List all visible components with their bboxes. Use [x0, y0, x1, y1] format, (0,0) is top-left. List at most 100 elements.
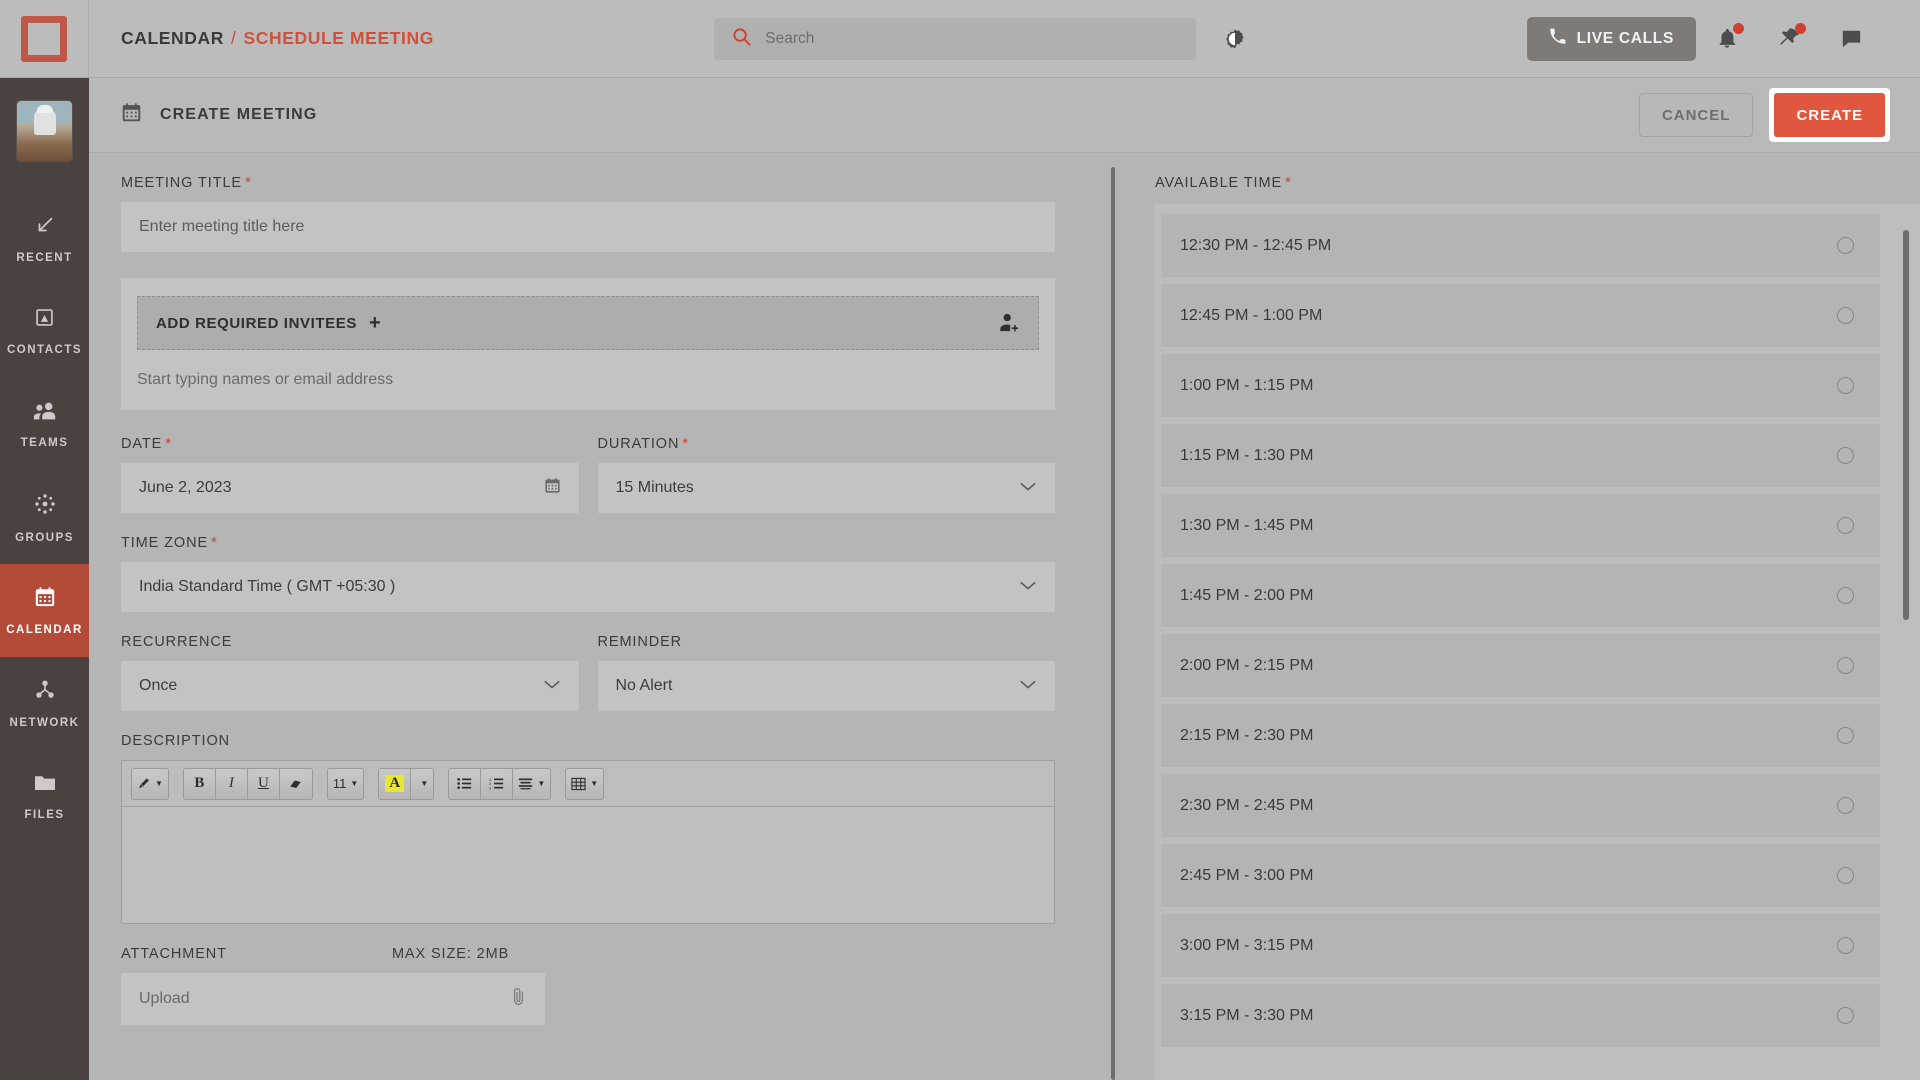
- network-nodes-icon: [34, 679, 56, 706]
- meeting-title-input[interactable]: Enter meeting title here: [121, 202, 1055, 252]
- time-slot-radio[interactable]: [1837, 377, 1854, 394]
- recurrence-reminder-row: RECURRENCE Once REMINDER No Alert: [121, 634, 1055, 711]
- numbered-list-icon[interactable]: 1 2 3: [481, 768, 514, 799]
- add-person-icon[interactable]: [998, 313, 1020, 333]
- bulleted-list-icon[interactable]: [449, 768, 482, 799]
- insert-table-icon[interactable]: ▼: [566, 768, 604, 799]
- highlight-color-dropdown[interactable]: ▼: [411, 768, 434, 799]
- text-align-icon[interactable]: ▼: [513, 768, 551, 799]
- search-input[interactable]: [765, 29, 1179, 48]
- messages-button[interactable]: [1820, 14, 1882, 64]
- duration-select[interactable]: 15 Minutes: [597, 463, 1055, 513]
- calendar-picker-icon[interactable]: [544, 477, 561, 499]
- editor-highlight-group: A ▼: [378, 767, 435, 800]
- clear-formatting-eraser-icon[interactable]: [279, 768, 312, 799]
- time-slot-row[interactable]: 2:30 PM - 2:45 PM: [1161, 774, 1880, 837]
- page-title: CREATE MEETING: [121, 102, 317, 128]
- breadcrumb-root[interactable]: CALENDAR: [121, 28, 224, 49]
- time-slot-radio[interactable]: [1837, 937, 1854, 954]
- page-header: CREATE MEETING CANCEL CREATE: [89, 78, 1920, 153]
- time-slot-row[interactable]: 1:15 PM - 1:30 PM: [1161, 424, 1880, 487]
- time-slot-radio[interactable]: [1837, 1007, 1854, 1024]
- add-required-invitees-button[interactable]: ADD REQUIRED INVITEES +: [137, 296, 1039, 350]
- app-logo[interactable]: [0, 0, 89, 78]
- recurrence-select[interactable]: Once: [121, 661, 579, 711]
- time-slots-list: 12:30 PM - 12:45 PM 12:45 PM - 1:00 PM 1:0…: [1155, 214, 1920, 1080]
- italic-button[interactable]: I: [215, 768, 248, 799]
- calendar-icon: [34, 586, 56, 613]
- live-calls-button[interactable]: LIVE CALLS: [1526, 16, 1696, 61]
- chevron-down-icon: ▼: [590, 779, 599, 788]
- time-slot-row[interactable]: 12:45 PM - 1:00 PM: [1161, 284, 1880, 347]
- time-slot-radio[interactable]: [1837, 797, 1854, 814]
- time-slot-row[interactable]: 2:45 PM - 3:00 PM: [1161, 844, 1880, 907]
- meeting-title-label-text: MEETING TITLE: [121, 175, 243, 191]
- sidebar: RECENT CONTACTS TEAMS GROUPS CALENDAR NE…: [0, 78, 89, 1080]
- calendar-icon: [121, 102, 142, 128]
- app-window: CALENDAR / SCHEDULE MEETING Search LIVE …: [0, 0, 1920, 1080]
- time-slot-row[interactable]: 2:00 PM - 2:15 PM: [1161, 634, 1880, 697]
- notifications-button[interactable]: [1696, 14, 1758, 64]
- time-slot-radio[interactable]: [1837, 867, 1854, 884]
- underline-button[interactable]: U: [247, 768, 280, 799]
- meeting-title-placeholder: Enter meeting title here: [139, 218, 305, 235]
- sidebar-item-recent[interactable]: RECENT: [0, 192, 89, 285]
- date-input[interactable]: June 2, 2023: [121, 463, 579, 513]
- time-slot-radio[interactable]: [1837, 447, 1854, 464]
- required-asterisk: *: [245, 174, 252, 191]
- arrow-down-left-icon: [34, 214, 56, 241]
- time-slots-scrollbar[interactable]: [1903, 230, 1909, 620]
- time-slot-row[interactable]: 1:45 PM - 2:00 PM: [1161, 564, 1880, 627]
- panel-divider-scrollbar[interactable]: [1111, 167, 1115, 1080]
- sidebar-item-network[interactable]: NETWORK: [0, 657, 89, 750]
- time-slot-label: 2:45 PM - 3:00 PM: [1180, 866, 1314, 884]
- time-slot-row[interactable]: 3:00 PM - 3:15 PM: [1161, 914, 1880, 977]
- sidebar-item-teams[interactable]: TEAMS: [0, 378, 89, 471]
- time-slot-row[interactable]: 1:00 PM - 1:15 PM: [1161, 354, 1880, 417]
- text-highlight-button[interactable]: A: [379, 768, 412, 799]
- time-slot-radio[interactable]: [1837, 587, 1854, 604]
- breadcrumb-current: SCHEDULE MEETING: [243, 28, 434, 48]
- time-slot-row[interactable]: 1:30 PM - 1:45 PM: [1161, 494, 1880, 557]
- sidebar-item-calendar[interactable]: CALENDAR: [0, 564, 89, 657]
- pinned-button[interactable]: [1758, 14, 1820, 64]
- chevron-down-icon: ▼: [350, 779, 359, 788]
- time-slot-row[interactable]: 12:30 PM - 12:45 PM: [1161, 214, 1880, 277]
- cancel-button[interactable]: CANCEL: [1638, 93, 1754, 137]
- sidebar-item-contacts[interactable]: CONTACTS: [0, 285, 89, 378]
- sidebar-item-files[interactable]: FILES: [0, 750, 89, 843]
- chevron-down-icon: [1019, 677, 1037, 695]
- contrast-settings-icon[interactable]: [1224, 28, 1246, 50]
- available-time-panel: AVAILABLE TIME * 12:30 PM - 12:45 PM 12:4…: [1115, 153, 1920, 1080]
- create-button[interactable]: CREATE: [1774, 93, 1885, 137]
- avatar[interactable]: [16, 100, 73, 162]
- time-slot-radio[interactable]: [1837, 517, 1854, 534]
- time-slot-row[interactable]: 2:15 PM - 2:30 PM: [1161, 704, 1880, 767]
- time-slot-radio[interactable]: [1837, 237, 1854, 254]
- page-title-label: CREATE MEETING: [160, 106, 318, 123]
- chevron-down-icon: [543, 677, 561, 695]
- time-slot-radio[interactable]: [1837, 307, 1854, 324]
- font-size-select[interactable]: 11 ▼: [327, 768, 364, 799]
- reminder-select[interactable]: No Alert: [597, 661, 1055, 711]
- time-slot-row[interactable]: 3:15 PM - 3:30 PM: [1161, 984, 1880, 1047]
- sidebar-label-contacts: CONTACTS: [6, 344, 83, 356]
- bold-button[interactable]: B: [183, 768, 216, 799]
- sidebar-item-groups[interactable]: GROUPS: [0, 471, 89, 564]
- time-slot-label: 12:30 PM - 12:45 PM: [1180, 236, 1332, 254]
- breadcrumb: CALENDAR / SCHEDULE MEETING: [89, 28, 434, 49]
- timezone-select[interactable]: India Standard Time ( GMT +05:30 ): [121, 562, 1055, 612]
- duration-label-text: DURATION: [597, 436, 680, 452]
- paperclip-icon[interactable]: [510, 987, 527, 1011]
- folder-icon: [33, 773, 57, 798]
- time-slot-radio[interactable]: [1837, 657, 1854, 674]
- description-textarea[interactable]: [122, 807, 1054, 923]
- invitees-input[interactable]: Start typing names or email address: [137, 350, 1039, 410]
- meeting-form: MEETING TITLE * Enter meeting title here…: [89, 153, 1115, 1080]
- format-painter-icon[interactable]: ▼: [132, 768, 168, 799]
- sidebar-label-groups: GROUPS: [15, 531, 74, 544]
- upload-placeholder: Upload: [139, 990, 190, 1007]
- time-slot-radio[interactable]: [1837, 727, 1854, 744]
- attachment-upload-input[interactable]: Upload: [121, 973, 545, 1025]
- search-box[interactable]: [714, 17, 1197, 60]
